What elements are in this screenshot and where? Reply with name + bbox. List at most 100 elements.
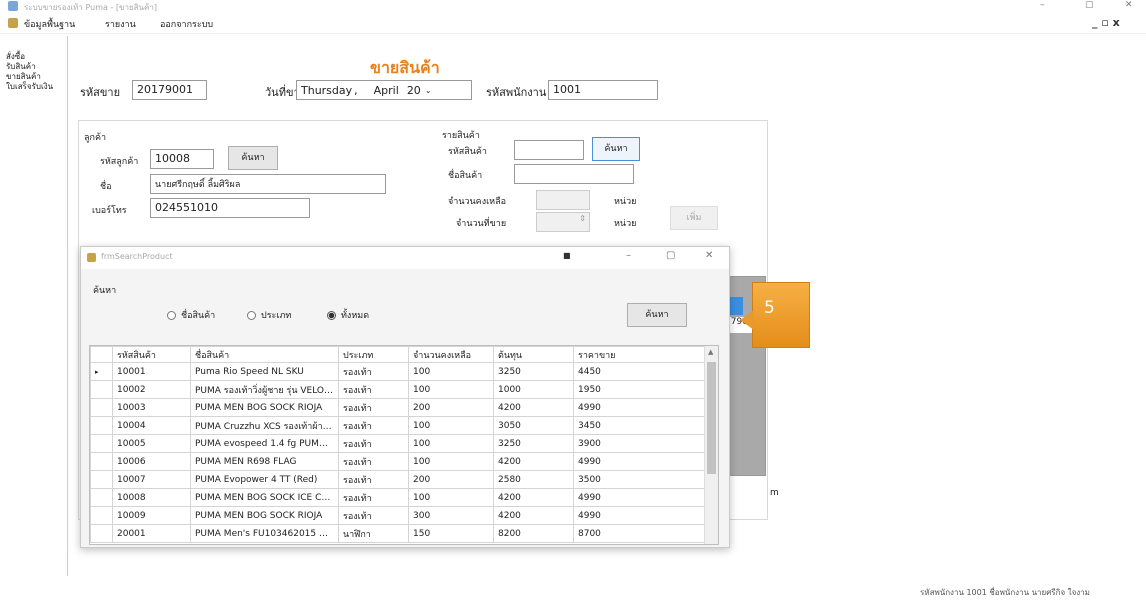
cell-category[interactable]: รองเท้า <box>338 470 409 489</box>
cell-price[interactable]: 4990 <box>573 506 705 525</box>
table-row[interactable]: 10005PUMA evospeed 1.4 fg PUMA MEN R...ร… <box>90 434 705 453</box>
customer-phone-field[interactable]: 024551010 <box>150 198 310 218</box>
cell-stock[interactable]: 100 <box>408 380 494 399</box>
cell-category[interactable]: รองเท้า <box>338 398 409 417</box>
nav-item-receipt[interactable]: ใบเสร็จรับเงิน <box>6 80 53 93</box>
radio-circle-icon[interactable] <box>167 310 176 320</box>
cell-cost[interactable]: 3250 <box>493 434 574 453</box>
cell-price[interactable]: 4990 <box>573 398 705 417</box>
menu-item-basic-data[interactable]: ข้อมูลพื้นฐาน <box>24 17 75 31</box>
column-header-name[interactable]: ชื่อสินค้า <box>190 346 339 363</box>
cell-category[interactable]: รองเท้า <box>338 380 409 399</box>
column-header-stock[interactable]: จำนวนคงเหลือ <box>408 346 494 363</box>
cell-price[interactable]: 4990 <box>573 488 705 507</box>
cell-cost[interactable]: 4200 <box>493 452 574 471</box>
cell-stock[interactable]: 300 <box>408 506 494 525</box>
table-row[interactable]: 10007 PUMA Evopower 4 TT (Red) รองเท้า 200 2… <box>90 470 705 489</box>
product-table[interactable]: รหัสสินค้า ชื่อสินค้า ประเภท จำนวนคงเหลื… <box>90 346 705 543</box>
row-header[interactable] <box>90 488 113 507</box>
cell-price[interactable]: 1950 <box>573 380 705 399</box>
cell-name[interactable]: PUMA MEN BOG SOCK RIOJA <box>190 398 339 417</box>
dialog-maximize-icon[interactable]: ▢ <box>666 250 675 261</box>
cell-name[interactable]: PUMA Cruzzhu XCS รองเท้าผ้าใบ Cra... <box>190 416 339 435</box>
radio-circle-icon[interactable] <box>247 310 256 320</box>
row-header[interactable]: ▸ <box>90 362 113 381</box>
cell-code[interactable]: 10005 <box>112 434 191 453</box>
radio-checked-icon[interactable] <box>327 310 336 320</box>
cell-stock[interactable]: 150 <box>408 524 494 543</box>
cell-stock[interactable]: 100 <box>408 362 494 381</box>
cell-cost[interactable]: 4200 <box>493 398 574 417</box>
table-row[interactable]: 10008 PUMA MEN BOG SOCK ICE CREAM รองเท้า 1… <box>90 488 705 507</box>
cell-cost[interactable]: 2580 <box>493 470 574 489</box>
column-header-price[interactable]: ราคาขาย <box>573 346 705 363</box>
product-code-field[interactable] <box>514 140 584 160</box>
invoice-field[interactable]: 20179001 <box>132 80 207 100</box>
minimize-icon[interactable]: – <box>1040 0 1045 10</box>
cell-cost[interactable]: 1000 <box>493 380 574 399</box>
employee-field[interactable]: 1001 <box>548 80 658 100</box>
dialog-close-icon[interactable]: ✕ <box>705 250 713 261</box>
cell-category[interactable]: รองเท้า <box>338 506 409 525</box>
row-header[interactable] <box>90 470 113 489</box>
radio-all[interactable]: ทั้งหมด <box>327 308 369 322</box>
cell-category[interactable]: นาฬิกา <box>338 524 409 543</box>
cell-stock[interactable]: 100 <box>408 452 494 471</box>
table-row[interactable]: 10006 PUMA MEN R698 FLAG รองเท้า 100 4200 499… <box>90 452 705 471</box>
cell-stock[interactable]: 100 <box>408 488 494 507</box>
cell-price[interactable]: 3450 <box>573 416 705 435</box>
dialog-minimize-icon[interactable]: – <box>626 250 631 261</box>
product-search-button[interactable]: ค้นหา <box>592 137 640 161</box>
radio-category[interactable]: ประเภท <box>247 308 291 322</box>
customer-name-field[interactable]: นายศรีกฤษดิ์ ลิ้มศิริผล <box>150 174 386 194</box>
cell-cost[interactable]: 8200 <box>493 524 574 543</box>
cell-code[interactable]: 10009 <box>112 506 191 525</box>
row-header[interactable] <box>90 452 113 471</box>
row-header[interactable] <box>90 398 113 417</box>
cell-name[interactable]: PUMA MEN BOG SOCK RIOJA <box>190 506 339 525</box>
grid-scrollbar[interactable]: ▲ <box>704 346 718 544</box>
row-header[interactable] <box>90 416 113 435</box>
cell-name[interactable]: PUMA รองเท้าวิ่งผู้ชาย รุ่น VELOCITY <box>190 380 339 399</box>
cell-name[interactable]: PUMA evospeed 1.4 fg PUMA MEN R... <box>190 434 339 453</box>
cell-category[interactable]: รองเท้า <box>338 434 409 453</box>
row-header[interactable] <box>90 524 113 543</box>
add-button[interactable]: เพิ่ม <box>670 206 718 230</box>
dialog-search-button[interactable]: ค้นหา <box>627 303 687 327</box>
cell-price[interactable]: 4450 <box>573 362 705 381</box>
product-name-field[interactable] <box>514 164 634 184</box>
cell-price[interactable]: 3500 <box>573 470 705 489</box>
cell-code[interactable]: 10006 <box>112 452 191 471</box>
stepper-arrows-icon[interactable]: ⇕ <box>579 214 586 223</box>
cell-stock[interactable]: 100 <box>408 434 494 453</box>
cell-cost[interactable]: 3250 <box>493 362 574 381</box>
cell-name[interactable]: PUMA MEN BOG SOCK ICE CREAM <box>190 488 339 507</box>
cell-stock[interactable]: 200 <box>408 398 494 417</box>
table-row[interactable]: ▸ 10001 Puma Rio Speed NL SKU รองเท้า 100 325… <box>90 362 705 381</box>
cell-code[interactable]: 10004 <box>112 416 191 435</box>
table-row[interactable]: 10004PUMA Cruzzhu XCS รองเท้าผ้าใบ Cra..… <box>90 416 705 435</box>
cell-code[interactable]: 10007 <box>112 470 191 489</box>
chevron-down-icon[interactable]: ⌄ <box>425 86 432 95</box>
product-grid[interactable]: รหัสสินค้า ชื่อสินค้า ประเภท จำนวนคงเหลื… <box>89 345 719 545</box>
cell-category[interactable]: รองเท้า <box>338 452 409 471</box>
cell-cost[interactable]: 4200 <box>493 506 574 525</box>
close-icon[interactable]: ✕ <box>1125 0 1133 10</box>
mdi-window-controls[interactable]: _ ▫ x <box>1092 16 1120 29</box>
cell-cost[interactable]: 3050 <box>493 416 574 435</box>
cell-code[interactable]: 10008 <box>112 488 191 507</box>
cell-code[interactable]: 10001 <box>112 362 191 381</box>
row-header[interactable] <box>90 380 113 399</box>
cell-price[interactable]: 8700 <box>573 524 705 543</box>
column-header-cost[interactable]: ต้นทุน <box>493 346 574 363</box>
cell-price[interactable]: 4990 <box>573 452 705 471</box>
cell-category[interactable]: รองเท้า <box>338 488 409 507</box>
cell-category[interactable]: รองเท้า <box>338 362 409 381</box>
table-row[interactable]: 10002 PUMA รองเท้าวิ่งผู้ชาย รุ่น VELOCIT… <box>90 380 705 399</box>
cell-stock[interactable]: 200 <box>408 470 494 489</box>
menu-item-logout[interactable]: ออกจากระบบ <box>160 17 213 31</box>
date-picker[interactable]: Thursday , April 20 ⌄ <box>296 80 472 100</box>
column-header-code[interactable]: รหัสสินค้า <box>112 346 191 363</box>
maximize-icon[interactable]: ▢ <box>1085 0 1094 10</box>
column-header-category[interactable]: ประเภท <box>338 346 409 363</box>
